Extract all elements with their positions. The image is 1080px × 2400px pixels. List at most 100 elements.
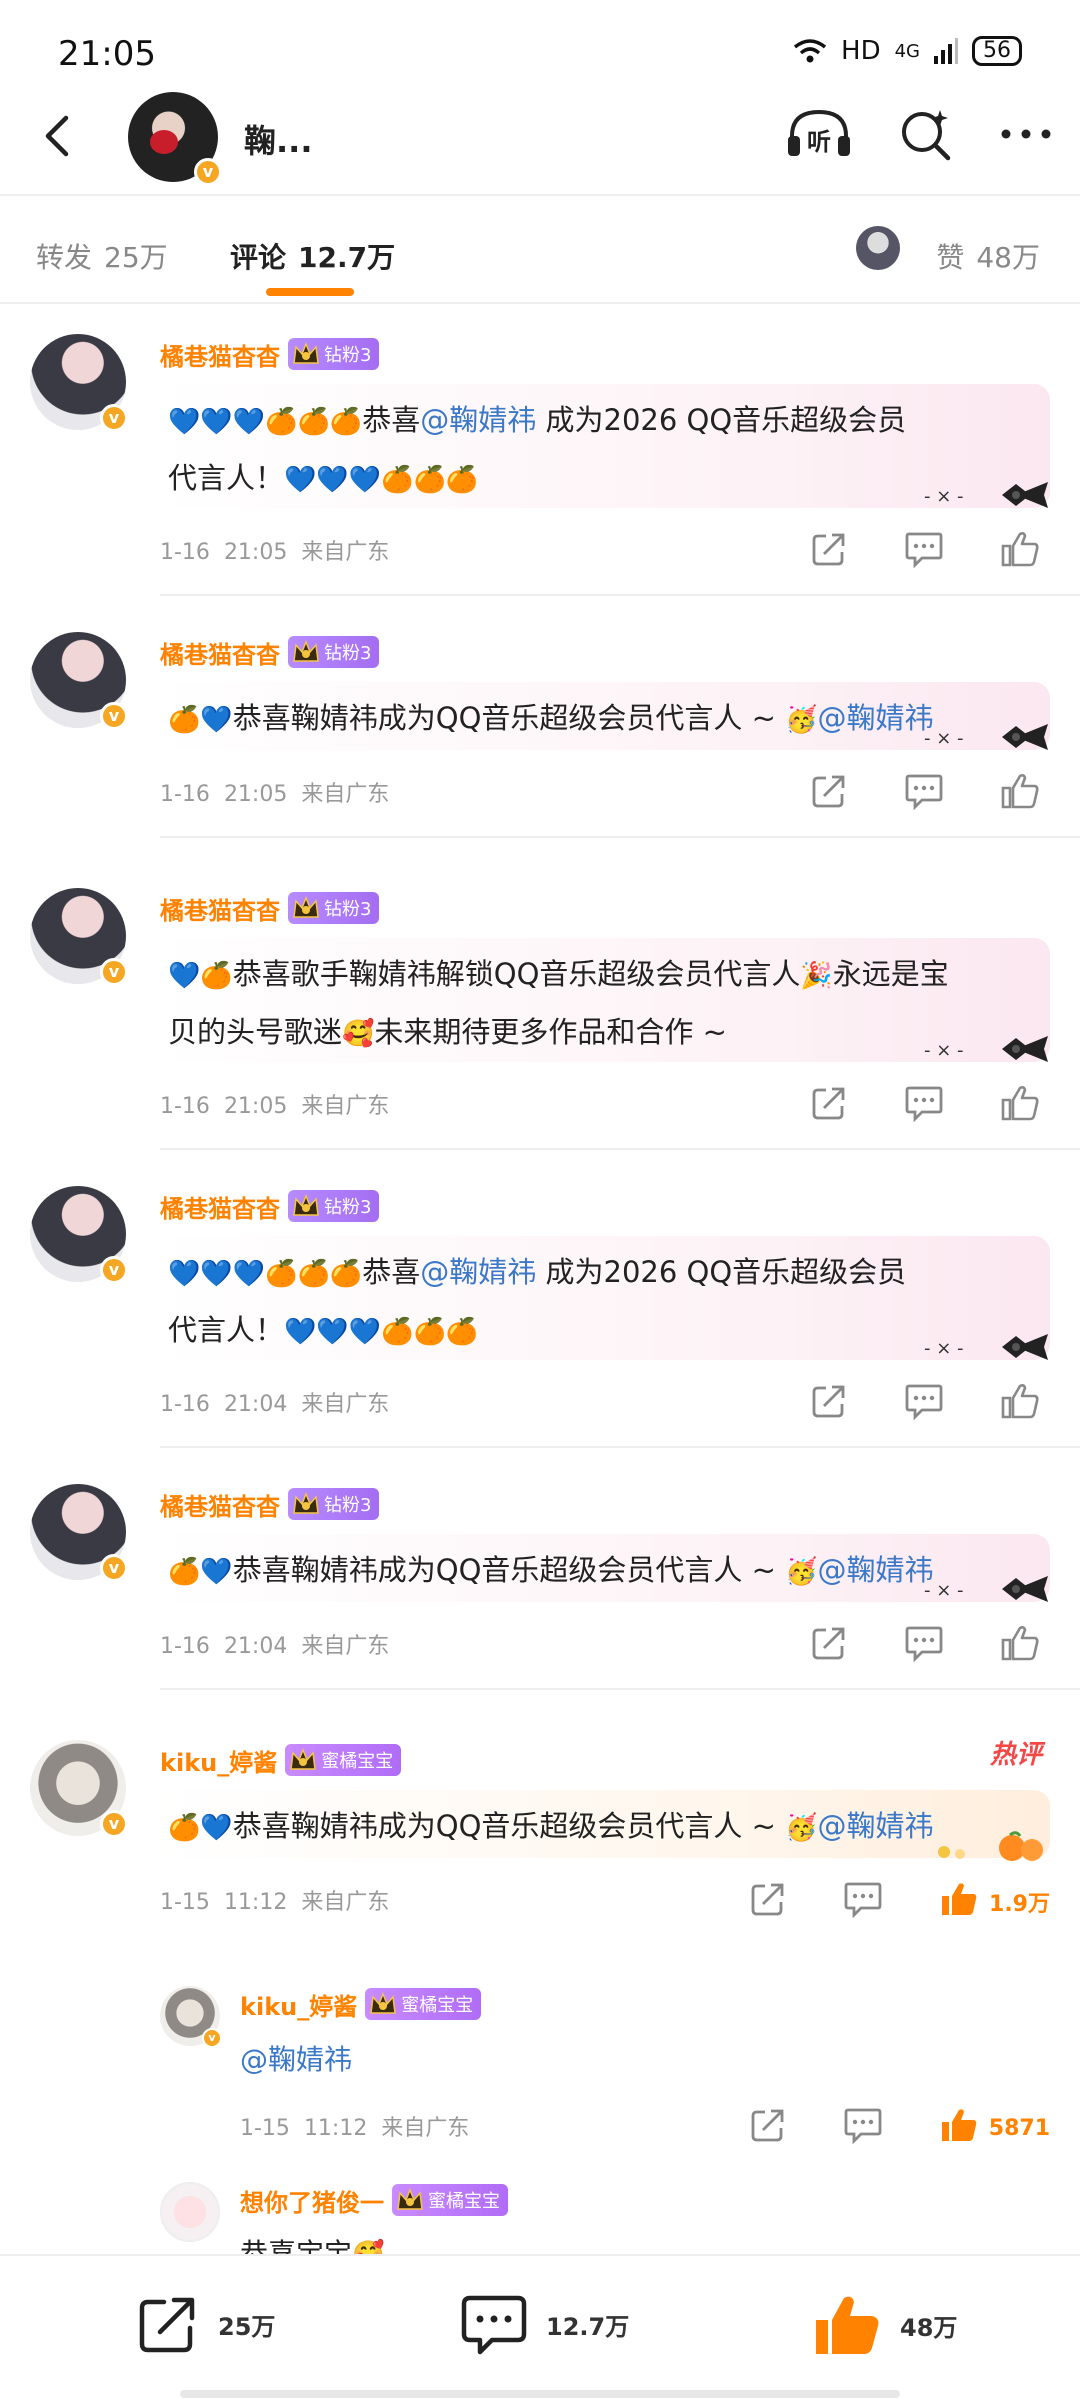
commenter-avatar[interactable]: v bbox=[30, 888, 128, 986]
comment-like-button[interactable] bbox=[1000, 530, 1040, 574]
verified-icon: v bbox=[100, 1554, 128, 1582]
status-time: 21:05 bbox=[58, 34, 156, 74]
fan-badge[interactable]: 蜜橘宝宝 bbox=[365, 1988, 482, 2020]
replier-avatar[interactable] bbox=[160, 2182, 220, 2242]
reply-share-button[interactable] bbox=[749, 2106, 787, 2150]
comment-share-button[interactable] bbox=[810, 772, 848, 816]
fan-badge[interactable]: 蜜橘宝宝 bbox=[392, 2184, 508, 2216]
commenter-name[interactable]: 橘巷猫杳杳 bbox=[160, 1189, 280, 1224]
reply-like-button[interactable]: 5871 bbox=[939, 2106, 1050, 2150]
comment-divider bbox=[160, 1148, 1080, 1150]
comment-share-button[interactable] bbox=[810, 1382, 848, 1426]
comment-item: v 橘巷猫杳杳 钻粉3 💙🍊恭喜歌手鞠婧祎解锁QQ音乐超级会员代言人🎉永远是宝 贝的头号… bbox=[0, 888, 1080, 1150]
comment-bubble[interactable]: 💙🍊恭喜歌手鞠婧祎解锁QQ音乐超级会员代言人🎉永远是宝 贝的头号歌迷🥰未来期待更多… bbox=[152, 938, 1050, 1062]
commenter-name[interactable]: 橘巷猫杳杳 bbox=[160, 891, 280, 926]
comment-bubble[interactable]: 🍊💙恭喜鞠婧祎成为QQ音乐超级会员代言人 ~ 🥳@鞠婧祎 - × - bbox=[152, 1534, 1050, 1602]
emoji-group: 💙💙💙🍊🍊🍊 bbox=[284, 1317, 479, 1347]
comment-button[interactable]: 12.7万 bbox=[460, 2292, 629, 2356]
crown-icon bbox=[397, 2187, 423, 2210]
fan-badge[interactable]: 钻粉3 bbox=[288, 636, 380, 668]
mention-link[interactable]: @鞠婧祎 bbox=[818, 1809, 934, 1843]
comment-like-button[interactable] bbox=[1000, 1382, 1040, 1426]
comment-text: 恭喜鞠婧祎成为QQ音乐超级会员代言人 ~ bbox=[232, 701, 786, 735]
comment-like-button[interactable] bbox=[1000, 772, 1040, 816]
comment-reply-button[interactable] bbox=[843, 1880, 883, 1924]
comment-bubble[interactable]: 💙💙💙🍊🍊🍊恭喜@鞠婧祎 成为2026 QQ音乐超级会员 代言人！💙💙💙🍊🍊🍊 - … bbox=[152, 1236, 1050, 1360]
commenter-name[interactable]: 橘巷猫杳杳 bbox=[160, 635, 280, 670]
author-avatar[interactable]: v bbox=[128, 92, 222, 186]
back-arrow-icon[interactable] bbox=[30, 106, 90, 166]
reply-text: @鞠婧祎 bbox=[240, 2038, 352, 2078]
comment-like-button[interactable] bbox=[1000, 1084, 1040, 1128]
crown-icon bbox=[293, 341, 319, 364]
comment-actions bbox=[810, 530, 1040, 574]
commenter-name[interactable]: kiku_婷酱 bbox=[160, 1743, 277, 1778]
share-icon bbox=[810, 1382, 848, 1426]
mention-link[interactable]: @鞠婧祎 bbox=[818, 701, 934, 735]
comment-reply-button[interactable] bbox=[904, 530, 944, 574]
repost-count: 25万 bbox=[218, 2312, 276, 2341]
tab-comment-label: 评论 bbox=[230, 241, 287, 274]
fan-badge[interactable]: 蜜橘宝宝 bbox=[285, 1744, 402, 1776]
comment-like-button[interactable]: 1.9万 bbox=[939, 1880, 1050, 1924]
commenter-avatar[interactable]: v bbox=[30, 1484, 128, 1582]
tab-like[interactable]: 赞 48万 bbox=[936, 236, 1040, 276]
comment-reply-button[interactable] bbox=[904, 772, 944, 816]
listen-icon[interactable]: 听 bbox=[784, 106, 854, 162]
reply-actions: 5871 bbox=[749, 2106, 1050, 2150]
reply-comment-button[interactable] bbox=[843, 2106, 883, 2150]
bow-decoration-icon: - × - bbox=[924, 482, 1048, 508]
more-icon[interactable] bbox=[998, 106, 1054, 162]
commenter-avatar[interactable]: v bbox=[30, 632, 128, 730]
comment-text: 恭喜 bbox=[362, 1255, 421, 1289]
comment-bubble[interactable]: 💙💙💙🍊🍊🍊恭喜@鞠婧祎 成为2026 QQ音乐超级会员 代言人！💙💙💙🍊🍊🍊 - … bbox=[152, 384, 1050, 508]
comment-item: v 橘巷猫杳杳 钻粉3 💙💙💙🍊🍊🍊恭喜@鞠婧祎 成为2026 QQ音乐超级会员 代言人… bbox=[0, 1186, 1080, 1448]
tab-comment[interactable]: 评论 12.7万 bbox=[230, 236, 395, 276]
mention-link[interactable]: @鞠婧祎 bbox=[420, 1255, 536, 1289]
search-icon[interactable] bbox=[898, 106, 954, 162]
replier-avatar[interactable]: v bbox=[160, 1986, 222, 2048]
comment-bubble[interactable]: 🍊💙恭喜鞠婧祎成为QQ音乐超级会员代言人 ~ 🥳@鞠婧祎 - × - bbox=[152, 682, 1050, 750]
like-button[interactable]: 48万 bbox=[812, 2292, 957, 2358]
comment-like-button[interactable] bbox=[1000, 1624, 1040, 1668]
mention-link[interactable]: @鞠婧祎 bbox=[818, 1553, 934, 1587]
comment-reply-button[interactable] bbox=[904, 1382, 944, 1426]
svg-text:- × -: - × - bbox=[924, 486, 964, 507]
wifi-icon bbox=[793, 39, 827, 63]
comment-reply-button[interactable] bbox=[904, 1084, 944, 1128]
tab-repost[interactable]: 转发 25万 bbox=[36, 236, 168, 276]
fan-badge[interactable]: 钻粉3 bbox=[288, 892, 380, 924]
repost-button[interactable]: 25万 bbox=[136, 2292, 275, 2356]
commenter-avatar[interactable]: v bbox=[30, 334, 128, 432]
commenter-name[interactable]: 橘巷猫杳杳 bbox=[160, 1487, 280, 1522]
fan-badge[interactable]: 钻粉3 bbox=[288, 1190, 380, 1222]
home-indicator[interactable] bbox=[180, 2390, 900, 2398]
comment-date: 1-16 bbox=[160, 1392, 210, 1417]
comment-share-button[interactable] bbox=[810, 1084, 848, 1128]
fan-badge[interactable]: 钻粉3 bbox=[288, 1488, 380, 1520]
comment-reply-button[interactable] bbox=[904, 1624, 944, 1668]
comment-share-button[interactable] bbox=[810, 530, 848, 574]
author-name[interactable]: 鞠... bbox=[244, 116, 312, 162]
reply-text-content: 恭喜宝宝 bbox=[240, 2237, 353, 2254]
comment-share-button[interactable] bbox=[749, 1880, 787, 1924]
emoji-group: 💙💙💙🍊🍊🍊 bbox=[168, 407, 363, 437]
mention-link[interactable]: @鞠婧祎 bbox=[240, 2043, 352, 2076]
replier-name[interactable]: kiku_婷酱 bbox=[240, 1987, 357, 2022]
commenter-avatar[interactable]: v bbox=[30, 1186, 128, 1284]
commenter-name[interactable]: 橘巷猫杳杳 bbox=[160, 337, 280, 372]
comment-bubble[interactable]: 🍊💙恭喜鞠婧祎成为QQ音乐超级会员代言人 ~ 🥳@鞠婧祎 bbox=[152, 1790, 1050, 1861]
reply-location: 来自广东 bbox=[381, 2116, 470, 2141]
mention-link[interactable]: @鞠婧祎 bbox=[420, 403, 536, 437]
crown-icon bbox=[370, 1991, 397, 2014]
fan-badge[interactable]: 钻粉3 bbox=[288, 338, 380, 370]
emoji: 🥰 bbox=[342, 1019, 375, 1049]
comment-share-button[interactable] bbox=[810, 1624, 848, 1668]
header-actions: 听 bbox=[784, 106, 1054, 162]
thumbs-up-icon bbox=[939, 1880, 979, 1924]
crown-icon bbox=[290, 1747, 317, 1770]
commenter-avatar[interactable]: v bbox=[30, 1740, 128, 1838]
svg-text:- × -: - × - bbox=[924, 728, 964, 749]
svg-text:- × -: - × - bbox=[924, 1040, 964, 1061]
replier-name[interactable]: 想你了猪俊一 bbox=[240, 2183, 384, 2218]
